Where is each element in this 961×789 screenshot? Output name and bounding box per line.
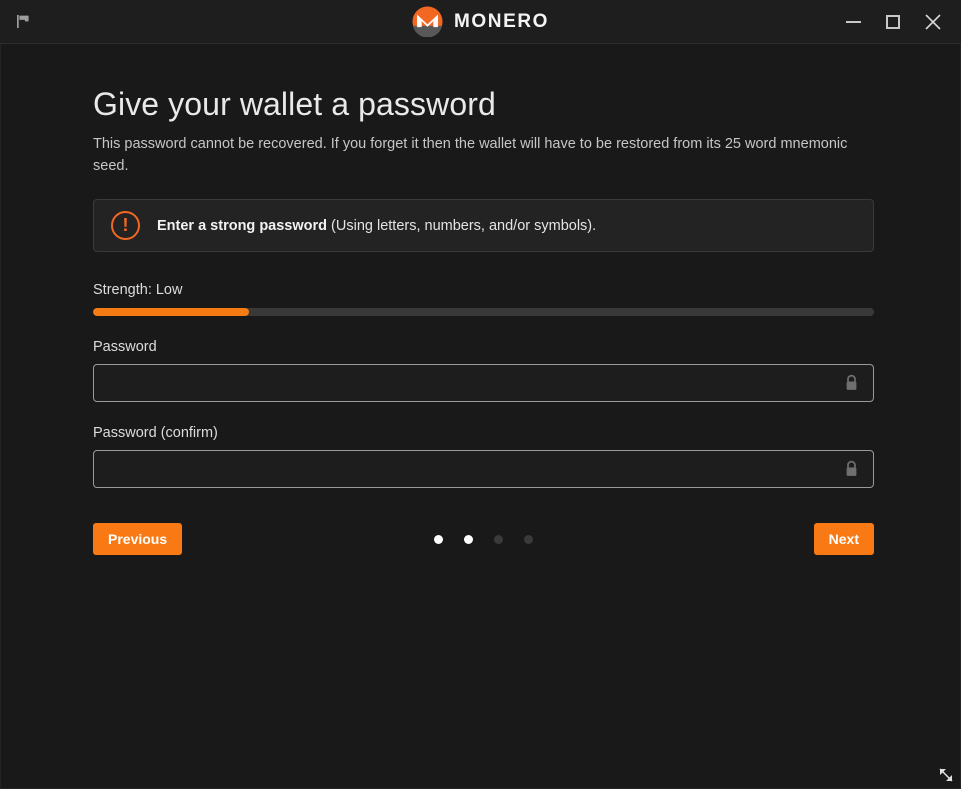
language-flag-button[interactable] xyxy=(0,0,46,44)
close-icon xyxy=(925,13,941,30)
app-brand: MONERO xyxy=(0,0,961,43)
password-confirm-label: Password (confirm) xyxy=(93,425,218,441)
minimize-button[interactable] xyxy=(833,0,873,44)
strength-label: Strength: Low xyxy=(93,282,183,298)
monero-logo-icon xyxy=(412,6,443,37)
page-title: Give your wallet a password xyxy=(93,86,496,122)
next-button[interactable]: Next xyxy=(813,523,874,555)
password-confirm-field-wrapper xyxy=(93,450,874,488)
app-title: MONERO xyxy=(453,10,550,32)
password-label: Password xyxy=(93,339,157,355)
maximize-icon xyxy=(886,14,900,29)
wizard-step-dot-4 xyxy=(524,534,533,544)
wizard-step-dot-1 xyxy=(434,534,443,544)
password-input[interactable] xyxy=(93,364,874,402)
resize-grip-icon[interactable] xyxy=(935,764,957,786)
wizard-step-indicator xyxy=(93,534,874,544)
page-subtitle: This password cannot be recovered. If yo… xyxy=(93,136,848,174)
hint-text-rest: (Using letters, numbers, and/or symbols)… xyxy=(327,217,597,234)
flag-icon xyxy=(16,15,29,28)
wizard-page-content: Give your wallet a password This passwor… xyxy=(0,44,961,789)
monero-wallet-wizard-window: MONERO Give your wallet a password This … xyxy=(0,0,961,789)
password-field-wrapper xyxy=(93,364,874,402)
password-strength-meter xyxy=(93,308,874,316)
hint-text-bold: Enter a strong password xyxy=(157,217,328,234)
password-confirm-input[interactable] xyxy=(93,450,874,488)
wizard-step-dot-2 xyxy=(464,534,473,544)
exclamation-circle-icon: ! xyxy=(111,211,140,240)
maximize-button[interactable] xyxy=(873,0,913,44)
wizard-navigation: Previous Next xyxy=(93,523,874,555)
title-bar: MONERO xyxy=(0,0,961,44)
close-button[interactable] xyxy=(913,0,953,44)
previous-button[interactable]: Previous xyxy=(93,523,183,555)
exclamation-glyph: ! xyxy=(122,215,129,235)
password-strength-fill xyxy=(93,308,250,316)
password-strength-hint-panel: ! Enter a strong password (Using letters… xyxy=(93,199,874,252)
wizard-step-dot-3 xyxy=(494,534,503,544)
window-controls xyxy=(833,0,961,44)
minimize-icon xyxy=(845,20,861,23)
hint-text: Enter a strong password (Using letters, … xyxy=(157,218,596,234)
